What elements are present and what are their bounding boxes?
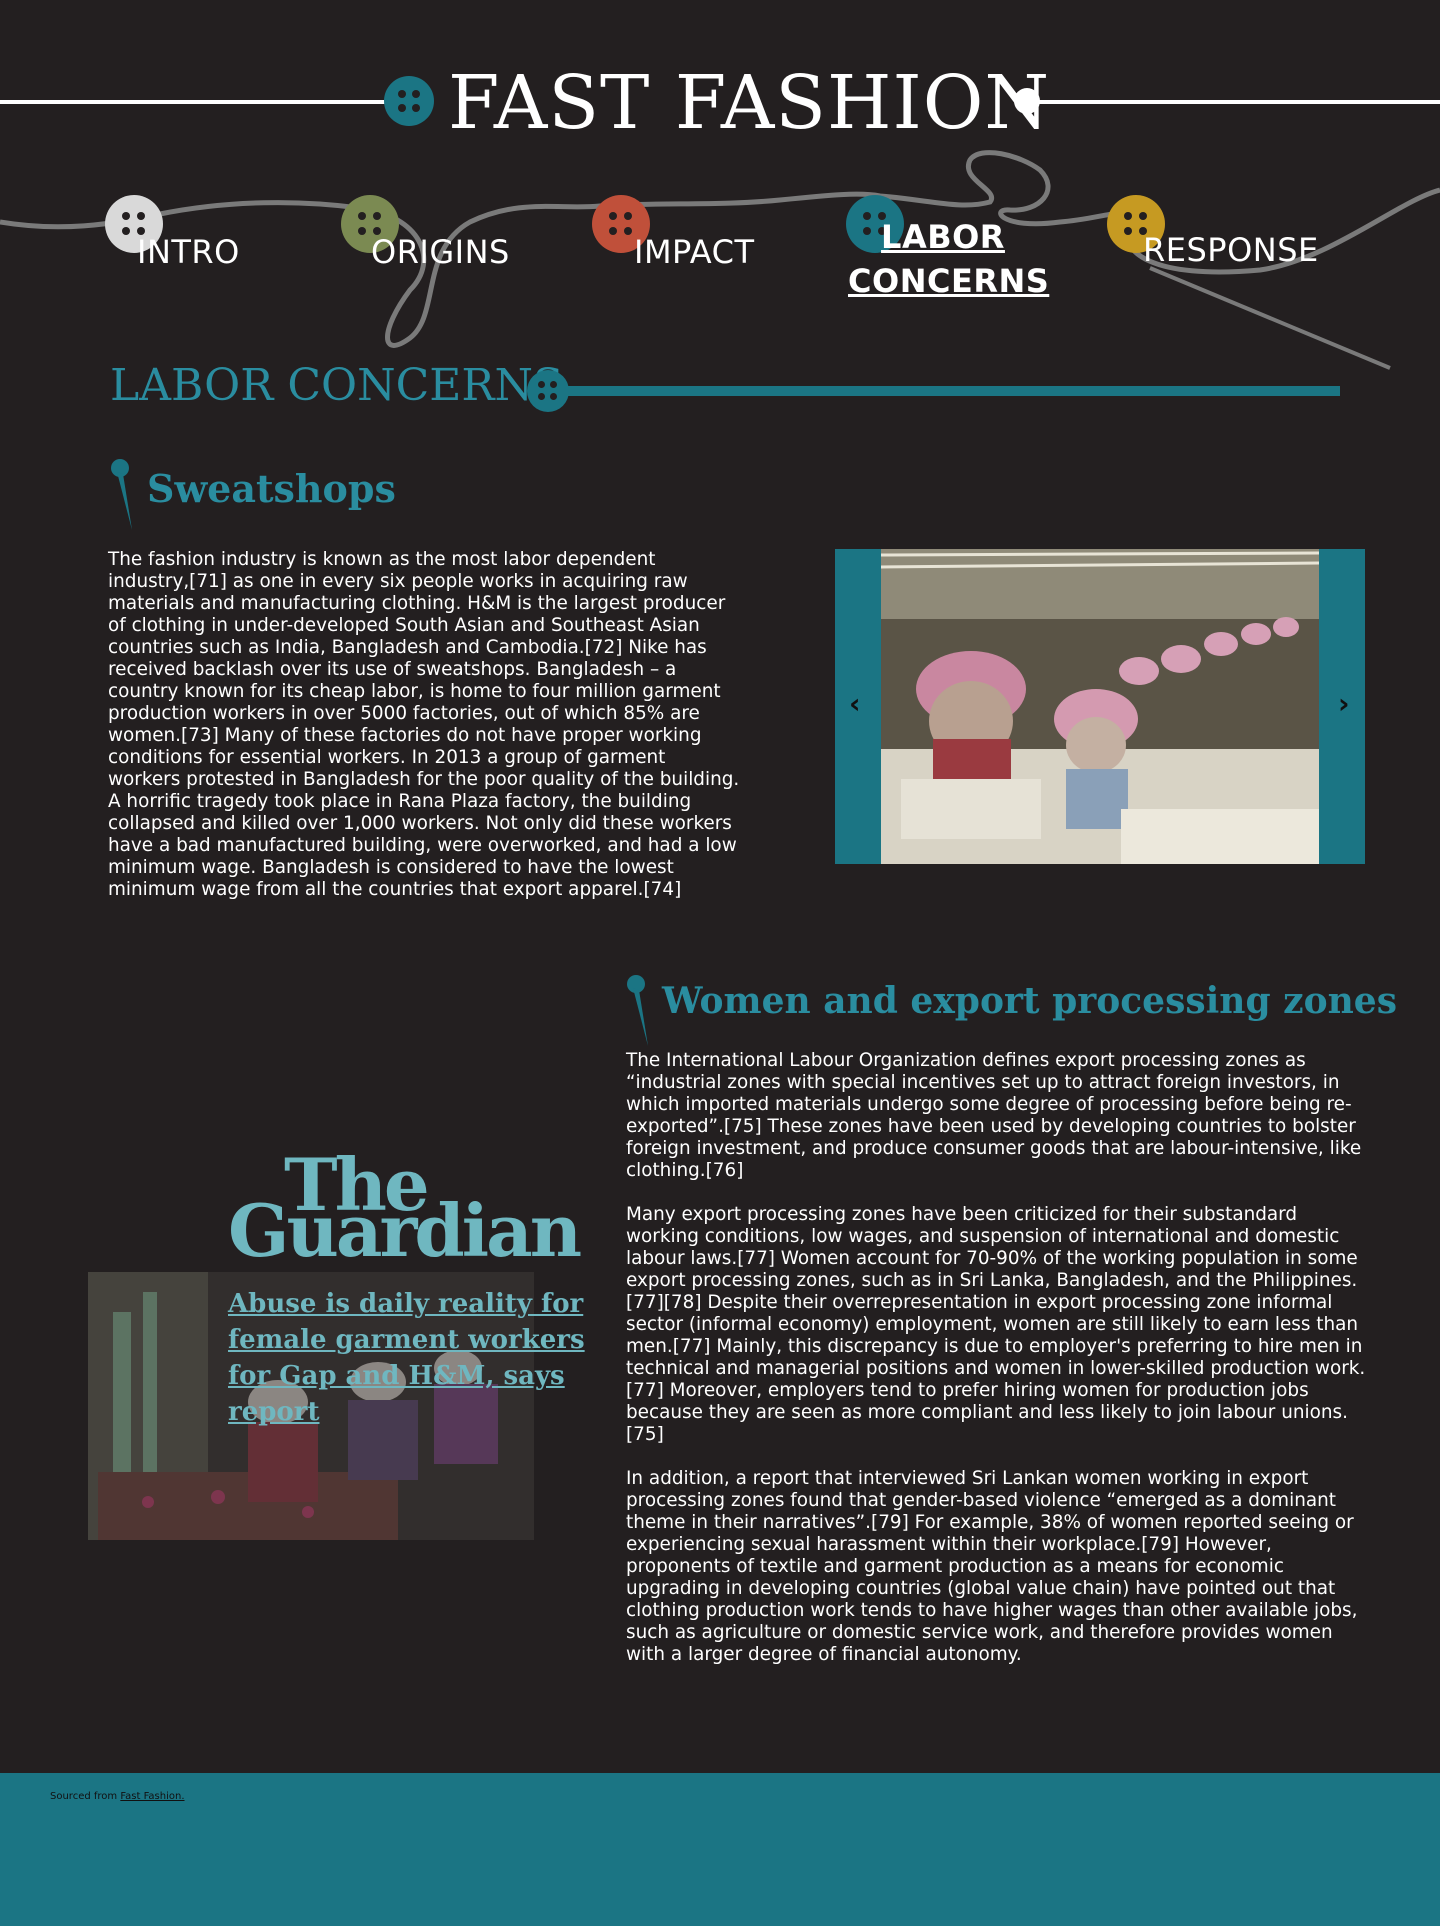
epz-paragraph: The International Labour Organization de… bbox=[626, 1050, 1362, 1181]
button-icon bbox=[384, 76, 434, 126]
chevron-left-icon[interactable]: ‹ bbox=[849, 687, 861, 720]
nav-label-line: CONCERNS bbox=[848, 262, 1050, 300]
source-link[interactable]: Fast Fashion. bbox=[120, 1791, 184, 1802]
nav-label: IMPACT bbox=[634, 233, 755, 271]
epz-body: The International Labour Organization de… bbox=[626, 1050, 1366, 1688]
chevron-right-icon[interactable]: › bbox=[1338, 687, 1350, 720]
guardian-logo-line: Guardian bbox=[228, 1188, 582, 1273]
subsection-title-sweatshops: Sweatshops bbox=[147, 466, 396, 511]
nav-label-line: LABOR bbox=[881, 218, 1005, 256]
sweatshops-body: The fashion industry is known as the mos… bbox=[108, 549, 740, 900]
nav-label-active: LABOR CONCERNS bbox=[848, 215, 1050, 303]
header-rule-right bbox=[1028, 100, 1440, 104]
guardian-article-link[interactable]: Abuse is daily reality for female garmen… bbox=[228, 1286, 588, 1430]
epz-paragraph: Many export processing zones have been c… bbox=[626, 1204, 1366, 1445]
page-title: FAST FASHION bbox=[448, 60, 1051, 146]
guardian-logo: The Guardian bbox=[228, 1149, 582, 1273]
section-rule bbox=[560, 386, 1340, 396]
epz-paragraph: In addition, a report that interviewed S… bbox=[626, 1468, 1358, 1665]
image-carousel: ‹ › bbox=[835, 549, 1365, 864]
subsection-title-epz: Women and export processing zones bbox=[662, 980, 1397, 1022]
footer-prefix: Sourced from bbox=[50, 1791, 121, 1802]
footer: Sourced from Fast Fashion. bbox=[0, 1773, 1440, 1926]
pin-icon bbox=[111, 459, 132, 530]
nav-label: ORIGINS bbox=[371, 233, 510, 271]
factory-photo bbox=[881, 549, 1319, 864]
pin-icon bbox=[627, 975, 648, 1046]
header-rule-left bbox=[0, 100, 385, 104]
section-title: LABOR CONCERNS bbox=[110, 360, 564, 411]
nav-label: RESPONSE bbox=[1143, 231, 1319, 269]
nav-label: INTRO bbox=[137, 233, 240, 271]
footer-credit: Sourced from Fast Fashion. bbox=[50, 1791, 185, 1802]
header-dot bbox=[1014, 88, 1040, 114]
